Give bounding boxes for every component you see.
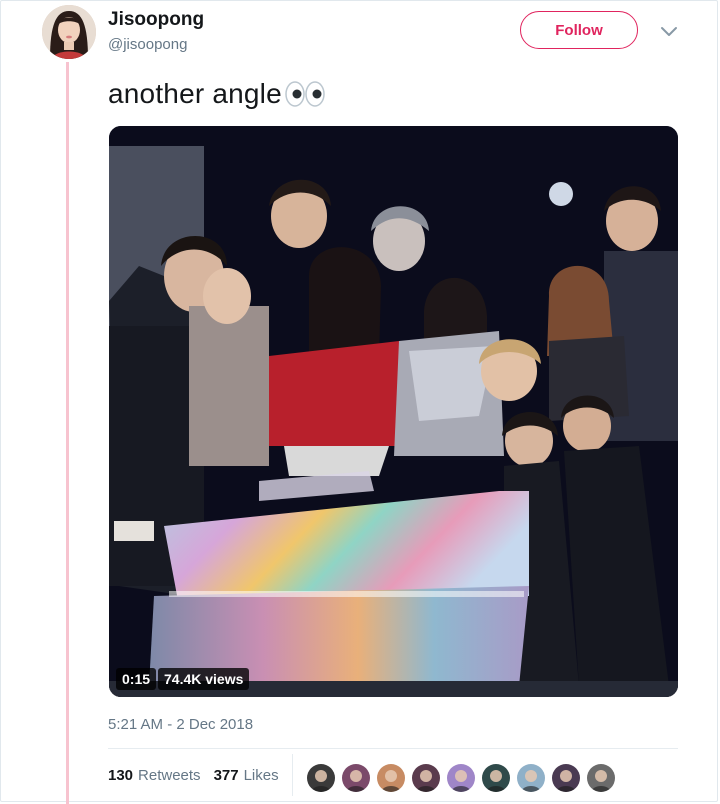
liker-avatar[interactable] [411, 763, 441, 793]
liker-avatar[interactable] [481, 763, 511, 793]
video-frame [109, 126, 678, 697]
eyes-emoji-icon [284, 79, 326, 109]
liker-avatar[interactable] [586, 763, 616, 793]
display-name[interactable]: Jisoopong [108, 9, 204, 31]
divider [108, 748, 678, 749]
thread-line [66, 62, 69, 804]
likes-label: Likes [243, 767, 279, 784]
video-player[interactable]: 0:15 74.4K views [109, 126, 678, 697]
liker-avatar[interactable] [446, 763, 476, 793]
liker-avatar[interactable] [376, 763, 406, 793]
user-handle[interactable]: @jisoopong [108, 36, 187, 53]
likes-count: 377 [213, 767, 239, 784]
tweet-timestamp[interactable]: 5:21 AM - 2 Dec 2018 [108, 716, 253, 733]
follow-button[interactable]: Follow [520, 11, 638, 49]
chevron-down-icon[interactable] [659, 24, 679, 40]
retweets-label: Retweets [138, 767, 201, 784]
likes-stat[interactable]: 377 Likes [214, 767, 279, 784]
user-avatar[interactable] [42, 5, 96, 59]
video-duration-badge: 0:15 [116, 668, 157, 690]
tweet-body: another angle [108, 78, 282, 109]
video-views-badge: 74.4K views [158, 668, 250, 690]
retweets-stat[interactable]: 130 Retweets [108, 767, 201, 784]
liker-avatar[interactable] [341, 763, 371, 793]
liker-avatars [306, 763, 621, 793]
liker-avatar[interactable] [551, 763, 581, 793]
liker-avatar[interactable] [306, 763, 336, 793]
liker-avatar[interactable] [516, 763, 546, 793]
engagement-stats: 130 Retweets 377 Likes [108, 767, 279, 784]
stats-divider [292, 754, 293, 796]
tweet-text: another angle [108, 78, 326, 110]
retweets-count: 130 [108, 767, 134, 784]
